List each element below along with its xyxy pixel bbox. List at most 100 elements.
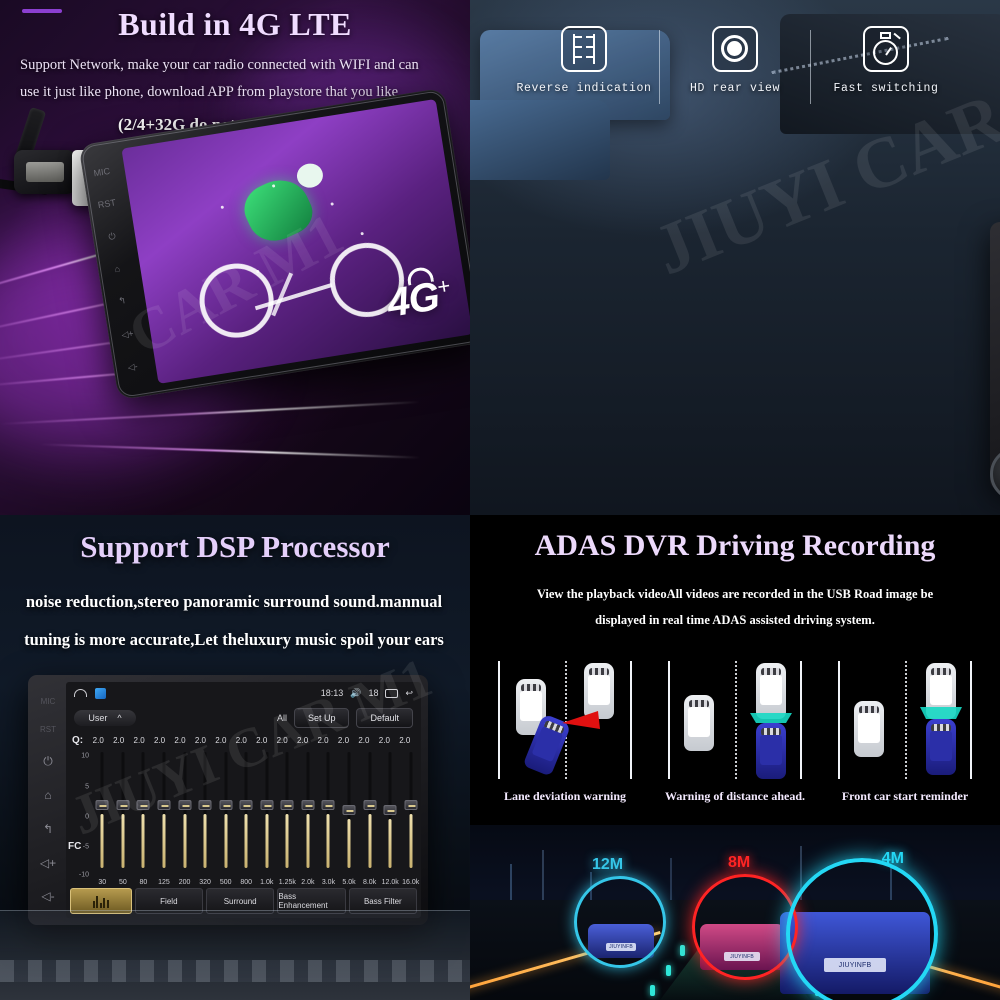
q-value[interactable]: 2.0 (252, 736, 272, 745)
eq-knob[interactable] (280, 800, 294, 811)
eq-frequency-label: 125 (158, 879, 170, 886)
eq-fill (162, 814, 166, 868)
distance-label-12m: 12M (592, 856, 624, 873)
eq-band[interactable]: 8.0k (359, 748, 380, 886)
eq-band[interactable]: 12.0k (380, 748, 401, 886)
panel-subtitle-adas: View the playback videoAll videos are re… (510, 581, 960, 633)
q-value[interactable]: 2.0 (231, 736, 251, 745)
equalizer-icon (92, 895, 109, 908)
eq-fill (285, 814, 289, 868)
eq-band[interactable]: 320 (195, 748, 216, 886)
eq-band[interactable]: 200 (174, 748, 195, 886)
volume-down-icon[interactable]: ◁- (127, 361, 139, 373)
app-icon[interactable] (95, 687, 106, 699)
eq-frequency-label: 50 (118, 879, 127, 886)
default-button[interactable]: Default (356, 708, 413, 728)
q-value[interactable]: 2.0 (190, 736, 210, 745)
q-value[interactable]: 2.0 (108, 736, 128, 745)
equalizer-bands[interactable]: 30 50 80 125 200 320 500 800 1.0k 1.25k 2.0k 3.0k 5.… (92, 748, 421, 886)
volume-down-icon[interactable]: ◁- (41, 889, 54, 903)
q-value[interactable]: 2.0 (395, 736, 415, 745)
adas-diagram-lane-deviation: Lane deviation warning (490, 661, 640, 804)
eq-knob[interactable] (363, 800, 377, 811)
head-unit-bezel-buttons[interactable]: MIC RST ⏻ ⌂ ↰ ◁+ ◁- (33, 687, 63, 913)
eq-knob[interactable] (219, 800, 233, 811)
eq-frequency-label: 500 (219, 879, 232, 886)
preset-label: User (88, 713, 108, 723)
eq-band[interactable]: 1.25k (277, 748, 298, 886)
ac-dial[interactable]: A/C (990, 447, 1000, 501)
distance-label-8m: 8M (728, 854, 751, 871)
eq-band[interactable]: 1.0k (257, 748, 278, 886)
back-icon[interactable]: ↰ (43, 822, 53, 836)
product-feature-collage: Build in 4G LTE Support Network, make yo… (0, 0, 1000, 1000)
eq-band[interactable]: 800 (236, 748, 257, 886)
eq-knob[interactable] (95, 800, 109, 811)
eq-band[interactable]: 3.0k (318, 748, 339, 886)
eq-frequency-label: 30 (98, 879, 107, 886)
eq-knob[interactable] (157, 800, 171, 811)
eq-knob[interactable] (239, 800, 253, 811)
eq-knob[interactable] (342, 805, 356, 816)
eq-knob[interactable] (404, 800, 418, 811)
eq-band[interactable]: 500 (215, 748, 236, 886)
eq-band[interactable]: 50 (113, 748, 134, 886)
eq-frequency-label: 5.0k (342, 879, 356, 886)
eq-knob[interactable] (136, 800, 150, 811)
eq-frequency-label: 3.0k (321, 879, 336, 886)
q-value[interactable]: 2.0 (149, 736, 169, 745)
home-icon[interactable]: ⌂ (114, 264, 121, 275)
eq-band[interactable]: 125 (154, 748, 175, 886)
q-value[interactable]: 2.0 (88, 736, 108, 745)
podium-strip (0, 960, 470, 982)
eq-knob[interactable] (116, 800, 130, 811)
volume-icon: 🔊 (350, 687, 362, 698)
power-icon[interactable]: ⏻ (108, 231, 117, 243)
eq-band[interactable]: 2.0k (298, 748, 319, 886)
home-icon[interactable]: ⌂ (44, 788, 51, 802)
q-value[interactable]: 2.0 (374, 736, 394, 745)
setup-button[interactable]: Set Up (293, 708, 350, 728)
q-value[interactable]: 2.0 (129, 736, 149, 745)
back-icon[interactable]: ↰ (118, 295, 127, 307)
eq-band[interactable]: 30 (92, 748, 113, 886)
eq-band[interactable]: 5.0k (339, 748, 360, 886)
eq-knob[interactable] (321, 800, 335, 811)
q-value[interactable]: 2.0 (333, 736, 353, 745)
preset-selector[interactable]: User ^ (74, 710, 136, 726)
q-value[interactable]: 2.0 (272, 736, 292, 745)
eq-frequency-label: 320 (199, 879, 211, 886)
home-icon[interactable] (74, 689, 87, 697)
head-unit-bezel-buttons[interactable]: MIC RST ⏻ ⌂ ↰ ◁+ ◁- (996, 234, 1000, 478)
head-unit-screen[interactable]: 4G+ (121, 99, 470, 384)
volume-value: 18 (368, 688, 379, 698)
eq-knob[interactable] (301, 800, 315, 811)
q-value[interactable]: 2.0 (211, 736, 231, 745)
panel-title-4g: Build in 4G LTE (118, 6, 352, 42)
mic-label: MIC (40, 696, 56, 706)
eq-band[interactable]: 80 (133, 748, 154, 886)
q-value[interactable]: 2.0 (354, 736, 374, 745)
q-value[interactable]: 2.0 (170, 736, 190, 745)
eq-knob[interactable] (178, 800, 192, 811)
eq-knob[interactable] (198, 800, 212, 811)
volume-up-icon[interactable]: ◁+ (40, 856, 56, 870)
gain-tick: -5 (82, 843, 89, 851)
eq-band[interactable]: 16.0k (400, 748, 421, 886)
warning-beam (562, 711, 600, 729)
lane-illustration (490, 661, 640, 779)
dsp-equalizer-screen[interactable]: 18:13 🔊 18 ↩ User ^ All Set Up Default Q… (66, 682, 421, 918)
eq-knob[interactable] (260, 800, 274, 811)
power-icon[interactable]: ⏻ (43, 754, 53, 769)
recents-icon[interactable] (385, 688, 399, 698)
gain-tick: -10 (78, 871, 89, 879)
q-value[interactable]: 2.0 (313, 736, 333, 745)
eq-knob[interactable] (383, 805, 397, 816)
all-button[interactable]: All (277, 713, 287, 723)
climate-control-panel[interactable]: A/C MAX A/C (990, 447, 1000, 507)
adas-diagram-row: Lane deviation warning Warning of distan… (490, 661, 980, 804)
q-value[interactable]: 2.0 (292, 736, 312, 745)
volume-up-icon[interactable]: ◁+ (121, 328, 135, 341)
back-icon[interactable]: ↩ (405, 688, 413, 699)
eq-fill (347, 818, 351, 868)
